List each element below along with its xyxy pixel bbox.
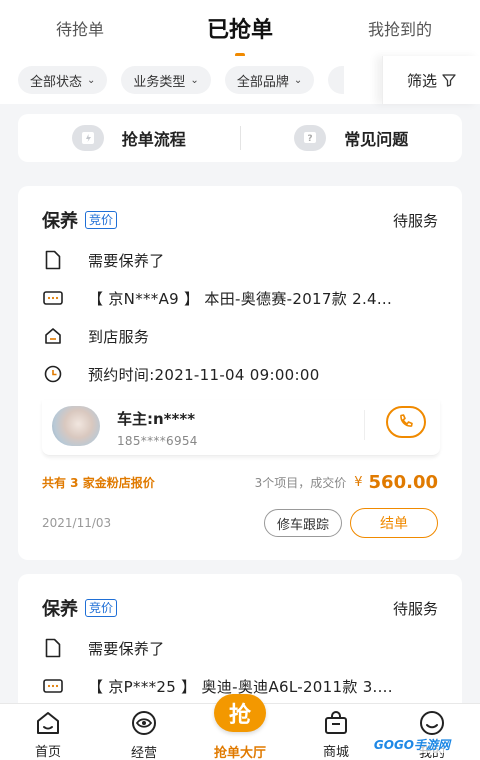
call-button[interactable] (386, 406, 426, 438)
grab-process-link[interactable]: 抢单流程 (18, 125, 240, 151)
order-status: 待服务 (392, 599, 438, 618)
order-card[interactable]: 保养 竞价 待服务 需要保养了 【 京N***A9 】 本田-奥德赛-2017款… (18, 186, 462, 560)
nav-home-label: 首页 (34, 745, 61, 760)
brand-filter-label: 全部品牌 (236, 74, 289, 90)
status-filter[interactable]: 全部状态 ⌄ (18, 66, 108, 94)
filter-button-label: 筛选 (406, 71, 437, 90)
note-row: 需要保养了 (42, 248, 438, 272)
service-mode: 到店服务 (88, 327, 150, 346)
more-filter-chip[interactable] (328, 66, 345, 94)
service-note: 需要保养了 (88, 251, 165, 270)
eye-icon (131, 710, 157, 736)
service-type: 保养 (42, 211, 78, 232)
tab-my-won[interactable]: 我抢到的 (320, 16, 480, 40)
service-note: 需要保养了 (88, 639, 165, 658)
status-filter-label: 全部状态 (30, 74, 83, 90)
nav-shop[interactable]: 商城 (288, 704, 384, 760)
shop-bag-icon (323, 710, 349, 735)
close-order-button[interactable]: 结单 (350, 508, 438, 538)
repair-tracking-button[interactable]: 修车跟踪 (263, 509, 342, 537)
business-type-filter-label: 业务类型 (133, 74, 186, 90)
filter-button[interactable]: 筛选 (382, 56, 480, 104)
clock-icon (42, 365, 64, 383)
currency-symbol: ¥ (354, 474, 363, 490)
chevron-down-icon: ⌄ (190, 74, 199, 86)
chevron-down-icon: ⌄ (87, 74, 96, 86)
price-row: 共有 3 家金粉店报价 3个项目，成交价 ¥ 560.00 (42, 470, 438, 494)
appointment-time: 预约时间:2021-11-04 09:00:00 (88, 365, 320, 384)
stores-quote[interactable]: 共有 3 家金粉店报价 (42, 474, 155, 491)
service-type: 保养 (42, 599, 78, 620)
nav-home[interactable]: 首页 (0, 704, 96, 760)
bidding-tag: 竞价 (85, 599, 118, 617)
order-card-header: 保养 竞价 待服务 (42, 596, 438, 620)
deal-price: 560.00 (368, 471, 438, 493)
note-row: 需要保养了 (42, 636, 438, 660)
faq-link[interactable]: ? 常见问题 (241, 125, 463, 151)
owner-name: 车主:n**** (117, 410, 196, 428)
vehicle-row: 【 京N***A9 】 本田-奥德赛-2017款 2.4... (42, 286, 438, 310)
service-mode-row: 到店服务 (42, 324, 438, 348)
grab-process-label: 抢单流程 (121, 130, 186, 149)
store-icon (42, 327, 64, 345)
nav-grab-hall-label: 抢单大厅 (213, 746, 266, 760)
owner-info: 车主:n**** 185****6954 (42, 400, 440, 456)
quick-links: 抢单流程 ? 常见问题 (18, 114, 462, 162)
order-date: 2021/11/03 (42, 516, 112, 530)
nav-shop-label: 商城 (322, 745, 349, 760)
divider (364, 410, 365, 440)
order-footer: 2021/11/03 修车跟踪 结单 (42, 508, 438, 538)
note-icon (42, 638, 64, 658)
price-description: 3个项目，成交价 (254, 475, 347, 490)
appointment-row: 预约时间:2021-11-04 09:00:00 (42, 362, 438, 386)
chevron-down-icon: ⌄ (293, 74, 303, 86)
grab-icon: 抢 (214, 694, 266, 732)
license-plate-icon (42, 291, 64, 305)
nav-grab-hall[interactable]: 抢 抢单大厅 (192, 694, 288, 760)
order-status: 待服务 (392, 211, 438, 230)
bidding-tag: 竞价 (85, 211, 118, 229)
order-tabs: 待抢单 已抢单 我抢到的 (0, 0, 480, 57)
note-icon (42, 250, 64, 270)
business-type-filter[interactable]: 业务类型 ⌄ (121, 66, 211, 94)
phone-icon (400, 414, 413, 427)
brand-filter[interactable]: 全部品牌 ⌄ (224, 66, 315, 94)
tab-pending-grab[interactable]: 待抢单 (0, 16, 160, 40)
filter-bar: 全部状态 ⌄ 业务类型 ⌄ 全部品牌 ⌄ 筛选 (0, 56, 480, 104)
faq-label: 常见问题 (344, 130, 409, 149)
tab-grabbed[interactable]: 已抢单 (160, 12, 320, 57)
nav-business[interactable]: 经营 (96, 704, 192, 760)
smile-icon (419, 710, 445, 736)
license-plate-icon (42, 679, 64, 693)
home-icon (35, 710, 61, 735)
order-card-header: 保养 竞价 待服务 (42, 208, 438, 232)
process-icon (71, 125, 104, 151)
watermark-logo: GOGO手游网 (371, 736, 452, 753)
avatar (52, 406, 100, 446)
question-icon: ? (294, 125, 327, 151)
owner-phone: 185****6954 (117, 434, 198, 448)
nav-business-label: 经营 (130, 746, 157, 760)
funnel-icon (442, 74, 456, 87)
vehicle-info: 【 京N***A9 】 本田-奥德赛-2017款 2.4... (88, 289, 393, 308)
svg-text:?: ? (308, 134, 313, 144)
